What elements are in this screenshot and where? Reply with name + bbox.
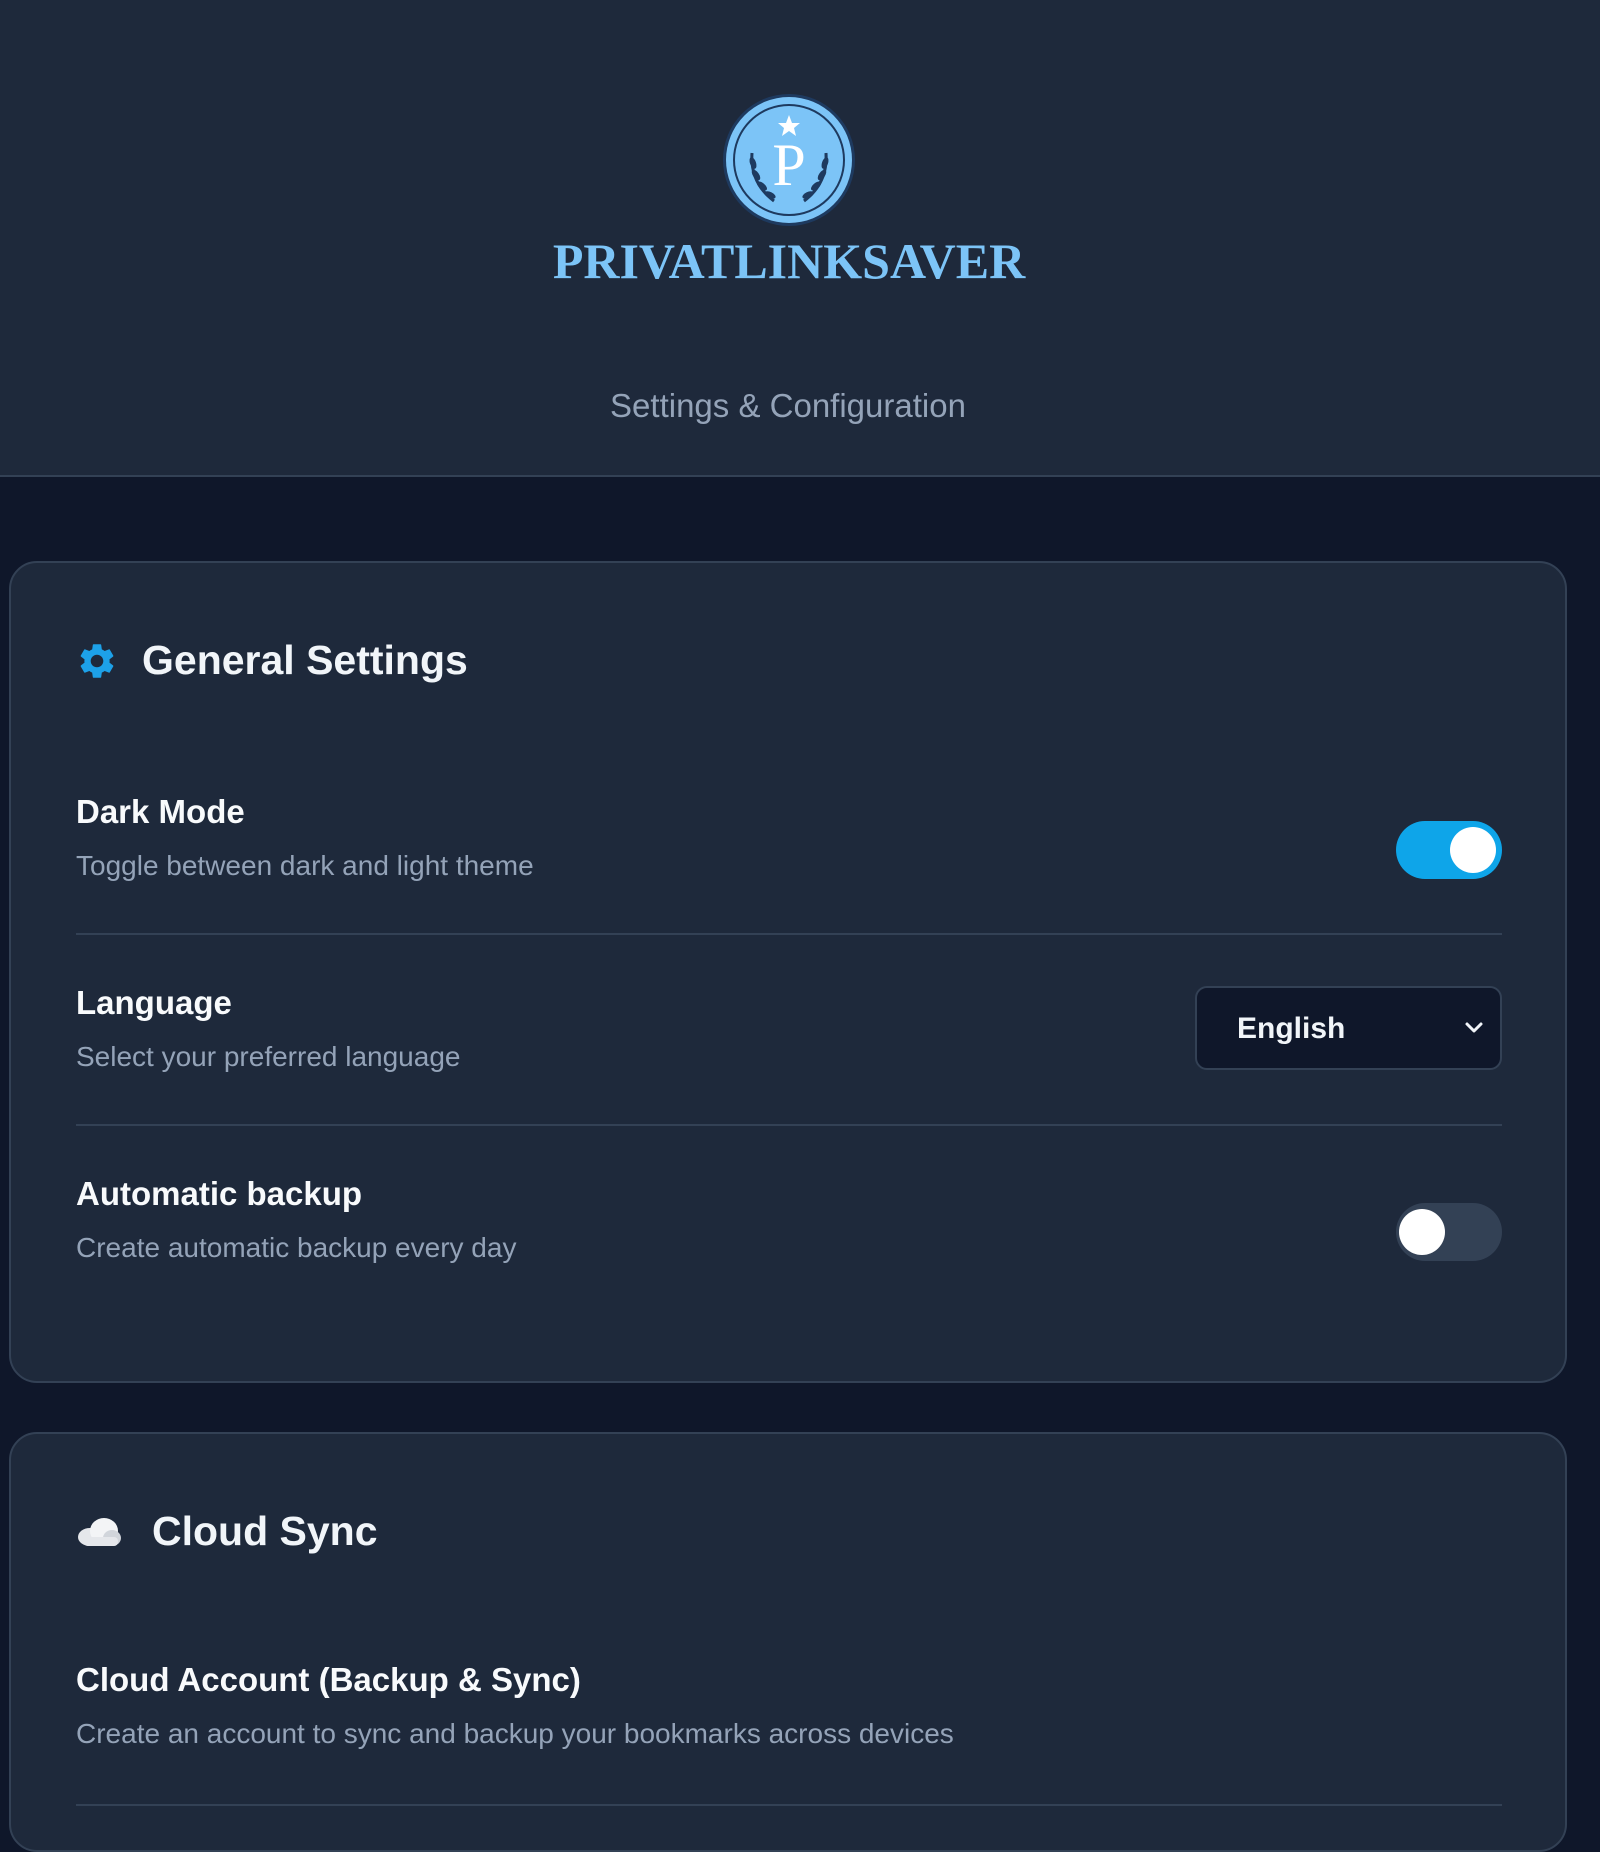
setting-cloud-account: Cloud Account (Backup & Sync) Create an …	[76, 1661, 1502, 1761]
divider	[76, 1124, 1502, 1126]
setting-dark-mode: Dark Mode Toggle between dark and light …	[76, 793, 1502, 893]
language-description: Select your preferred language	[76, 1041, 461, 1072]
dark-mode-toggle[interactable]	[1396, 821, 1502, 879]
gear-icon	[80, 643, 114, 678]
toggle-knob	[1399, 1209, 1445, 1255]
general-settings-header: General Settings	[76, 637, 468, 684]
cloud-account-label: Cloud Account (Backup & Sync)	[76, 1661, 581, 1698]
page-subtitle: Settings & Configuration	[610, 387, 966, 424]
app-header: P PRIVATLINKSAVER Settings & Configurati…	[0, 0, 1600, 477]
language-select[interactable]: English	[1195, 986, 1502, 1070]
divider	[76, 933, 1502, 935]
toggle-knob	[1450, 827, 1496, 873]
cloud-sync-title: Cloud Sync	[152, 1508, 378, 1554]
chevron-down-icon	[1465, 1022, 1483, 1033]
cloud-sync-header: Cloud Sync	[76, 1508, 378, 1555]
language-select-value: English	[1237, 1012, 1346, 1045]
brand-name: PRIVATLINKSAVER	[552, 233, 1026, 289]
setting-automatic-backup: Automatic backup Create automatic backup…	[76, 1175, 1502, 1275]
setting-language: Language Select your preferred language …	[76, 984, 1502, 1084]
divider	[76, 1804, 1502, 1806]
logo-letter: P	[772, 132, 805, 198]
cloud-account-description: Create an account to sync and backup you…	[76, 1718, 954, 1749]
general-settings-card: General Settings Dark Mode Toggle betwee…	[9, 561, 1567, 1383]
dark-mode-label: Dark Mode	[76, 793, 245, 830]
automatic-backup-label: Automatic backup	[76, 1175, 363, 1212]
automatic-backup-toggle[interactable]	[1396, 1203, 1502, 1261]
cloud-icon	[78, 1517, 121, 1546]
dark-mode-description: Toggle between dark and light theme	[76, 850, 534, 881]
cloud-sync-card: Cloud Sync Cloud Account (Backup & Sync)…	[9, 1432, 1567, 1852]
automatic-backup-description: Create automatic backup every day	[76, 1232, 517, 1263]
logo-emblem-icon: P	[723, 94, 855, 226]
language-label: Language	[76, 984, 232, 1021]
general-settings-title: General Settings	[142, 637, 468, 683]
